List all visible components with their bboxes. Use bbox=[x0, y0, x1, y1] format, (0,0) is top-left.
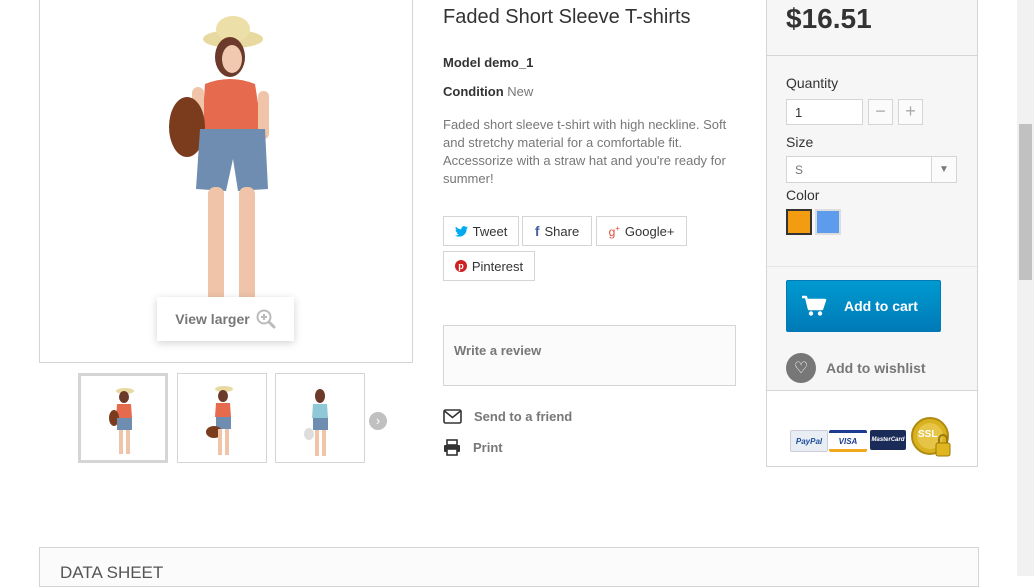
thumbnail-1[interactable] bbox=[78, 373, 168, 463]
heart-icon: ♡ bbox=[786, 353, 816, 383]
product-description: Faded short sleeve t-shirt with high nec… bbox=[443, 117, 727, 186]
chevron-right-icon: › bbox=[375, 413, 381, 428]
add-to-wishlist-link[interactable]: ♡ Add to wishlist bbox=[786, 353, 926, 383]
send-to-friend-link[interactable]: Send to a friend bbox=[443, 409, 572, 424]
add-to-wishlist-label: Add to wishlist bbox=[826, 360, 926, 376]
plus-icon: + bbox=[905, 101, 916, 121]
data-sheet-title: DATA SHEET bbox=[60, 563, 164, 582]
product-model: Model demo_1 bbox=[443, 55, 533, 70]
page-scrollbar[interactable] bbox=[1017, 0, 1034, 576]
send-to-friend-label: Send to a friend bbox=[474, 409, 573, 424]
condition-label: Condition bbox=[443, 84, 504, 99]
thumbnails-next-button[interactable]: › bbox=[369, 412, 387, 430]
data-sheet-section: DATA SHEET bbox=[39, 547, 979, 587]
print-label: Print bbox=[473, 440, 503, 455]
quantity-label: Quantity bbox=[786, 75, 839, 91]
product-condition: Condition New bbox=[443, 84, 533, 99]
pinterest-button[interactable]: p Pinterest bbox=[443, 251, 535, 281]
thumbnail-image bbox=[109, 388, 134, 454]
google-plus-label: Google+ bbox=[624, 223, 675, 239]
paypal-logo: PayPal bbox=[790, 430, 828, 452]
color-label: Color bbox=[786, 187, 820, 203]
facebook-icon: f bbox=[534, 223, 540, 239]
quantity-input[interactable]: 1 bbox=[786, 99, 863, 125]
size-select[interactable]: S ▼ bbox=[786, 156, 957, 183]
quantity-increase-button[interactable]: + bbox=[898, 99, 923, 125]
tweet-button[interactable]: Tweet bbox=[443, 216, 519, 246]
paypal-logo-text: PayPal bbox=[795, 436, 823, 446]
product-price: $16.51 bbox=[786, 3, 872, 34]
add-to-cart-label: Add to cart bbox=[844, 298, 918, 314]
view-larger-button[interactable]: View larger bbox=[157, 297, 294, 341]
share-label: Share bbox=[544, 223, 580, 239]
model-value: demo_1 bbox=[484, 55, 534, 70]
chevron-down-icon: ▼ bbox=[931, 157, 956, 182]
size-selected-value: S bbox=[795, 163, 804, 177]
color-swatch-blue[interactable] bbox=[815, 209, 841, 235]
svg-text:p: p bbox=[458, 261, 464, 271]
write-review-box[interactable]: Write a review bbox=[443, 325, 736, 386]
visa-logo-text: VISA bbox=[838, 436, 858, 446]
view-larger-label: View larger bbox=[175, 311, 250, 327]
zoom-in-icon bbox=[256, 309, 276, 329]
google-plus-icon: g+ bbox=[608, 223, 620, 239]
envelope-icon bbox=[443, 409, 462, 424]
facebook-share-button[interactable]: f Share bbox=[522, 216, 592, 246]
pinterest-label: Pinterest bbox=[471, 258, 524, 274]
size-label: Size bbox=[786, 134, 814, 150]
scrollbar-thumb[interactable] bbox=[1019, 124, 1032, 280]
thumbnail-image bbox=[206, 386, 233, 455]
product-title: Faded Short Sleeve T-shirts bbox=[443, 6, 691, 28]
condition-value: New bbox=[507, 84, 534, 99]
twitter-icon bbox=[454, 225, 468, 237]
quantity-decrease-button[interactable]: − bbox=[868, 99, 893, 125]
thumbnail-2[interactable] bbox=[177, 373, 267, 463]
ssl-badge: SSL bbox=[910, 416, 951, 457]
pinterest-icon: p bbox=[454, 260, 467, 272]
thumbnail-image bbox=[304, 389, 328, 456]
google-plus-button[interactable]: g+ Google+ bbox=[596, 216, 687, 246]
write-review-link[interactable]: Write a review bbox=[454, 343, 541, 358]
visa-logo: VISA bbox=[829, 430, 867, 452]
model-label: Model bbox=[443, 55, 481, 70]
print-link[interactable]: Print bbox=[443, 439, 503, 456]
minus-icon: − bbox=[875, 101, 886, 121]
mastercard-logo-text: MasterCard bbox=[871, 437, 905, 443]
color-swatch-orange[interactable] bbox=[786, 209, 812, 235]
mastercard-logo: MasterCard bbox=[870, 430, 906, 450]
add-to-cart-button[interactable]: Add to cart bbox=[786, 280, 941, 332]
printer-icon bbox=[444, 439, 460, 456]
cart-icon bbox=[802, 295, 827, 316]
tweet-label: Tweet bbox=[472, 223, 508, 239]
ssl-badge-text: SSL bbox=[918, 429, 938, 440]
thumbnail-3[interactable] bbox=[275, 373, 365, 463]
